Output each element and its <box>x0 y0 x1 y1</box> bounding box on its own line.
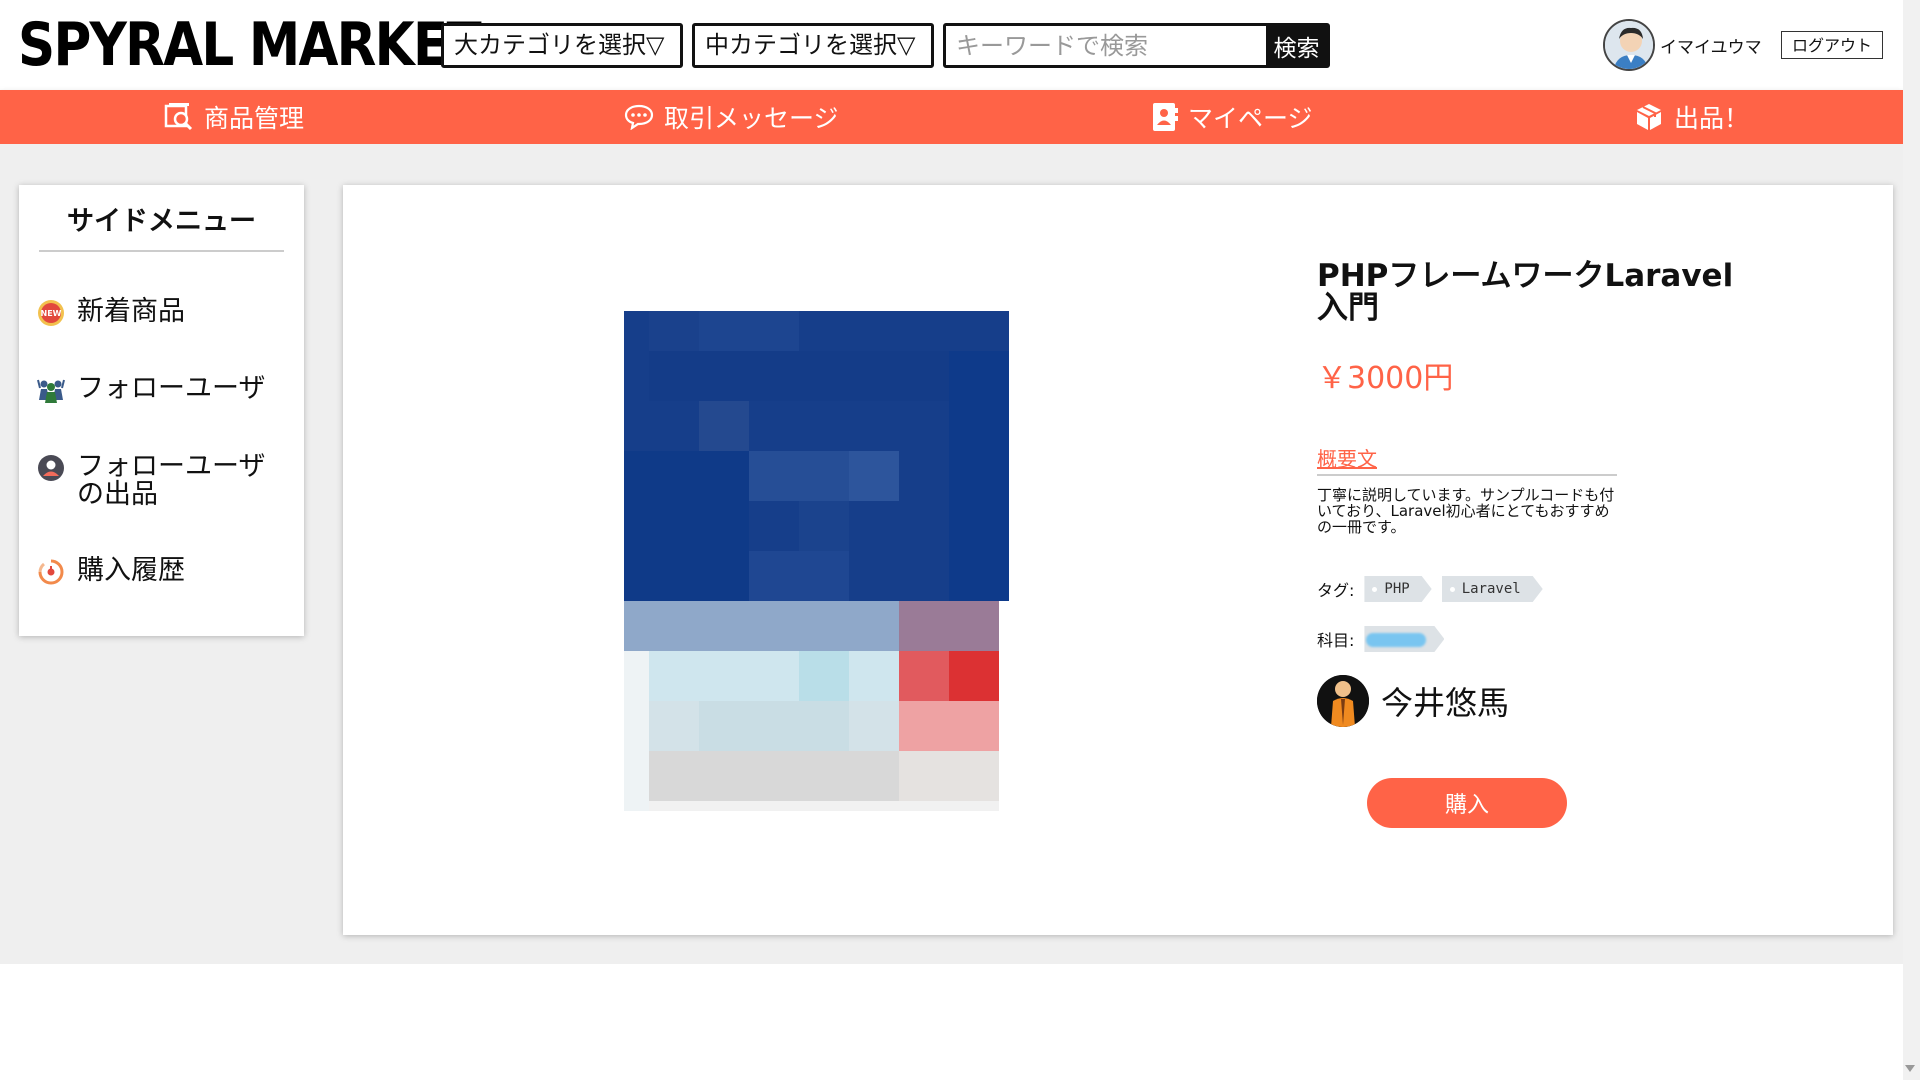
nav-mypage[interactable]: マイページ <box>1152 90 1313 144</box>
sidebar-item-label: フォローユーザ <box>77 373 266 404</box>
sidebar-item-label: 購入履歴 <box>77 555 185 586</box>
chat-bubble-icon <box>624 104 654 130</box>
product-price: ￥3000円 <box>1317 361 1454 396</box>
tags-label: タグ: <box>1317 581 1355 600</box>
nav-label: 取引メッセージ <box>664 104 839 133</box>
nav-messages[interactable]: 取引メッセージ <box>624 90 839 144</box>
large-category-select[interactable]: 大カテゴリを選択▽ <box>441 23 683 68</box>
side-menu: サイドメニュー NEW 新着商品 フォローユーザ フォローユーザの出品 購入履歴 <box>19 185 304 636</box>
user-circle-icon <box>38 455 64 481</box>
description-heading: 概要文 <box>1317 443 1617 476</box>
subject-label: 科目: <box>1317 631 1355 650</box>
sidebar-item-purchase-history[interactable]: 購入履歴 <box>37 557 272 586</box>
profile-card-icon <box>1153 103 1178 131</box>
header: SPYRAL MARKET 大カテゴリを選択▽ 中カテゴリを選択▽ 検索 イマイ… <box>0 0 1903 90</box>
site-logo[interactable]: SPYRAL MARKET <box>18 10 482 80</box>
nav-product-management[interactable]: 商品管理 <box>164 90 304 144</box>
seller-name: 今井悠馬 <box>1381 684 1510 722</box>
product-image[interactable] <box>624 311 1009 811</box>
subject-chip[interactable] <box>1364 626 1444 652</box>
user-avatar[interactable] <box>1603 19 1655 71</box>
side-menu-title: サイドメニュー <box>39 199 284 252</box>
tag-chip[interactable]: PHP <box>1364 576 1431 602</box>
nav-sell[interactable]: 出品！ <box>1634 90 1749 144</box>
product-search-icon <box>164 103 193 131</box>
nav-label: 商品管理 <box>204 104 305 133</box>
scroll-down-arrow-icon[interactable] <box>1905 1065 1915 1072</box>
sidebar-item-follow-user-listings[interactable]: フォローユーザの出品 <box>37 453 272 509</box>
username: イマイユウマ <box>1660 38 1762 58</box>
sidebar-item-follow-users[interactable]: フォローユーザ <box>37 375 272 404</box>
box-icon <box>1637 104 1661 130</box>
history-icon <box>38 559 64 585</box>
nav-label: 出品！ <box>1674 104 1750 133</box>
svg-text:NEW: NEW <box>41 309 62 318</box>
product-detail-panel: PHPフレームワークLaravel入門 ￥3000円 概要文 丁寧に説明していま… <box>343 185 1893 935</box>
seller-info[interactable]: 今井悠馬 <box>1317 675 1509 727</box>
search-button[interactable]: 検索 <box>1266 26 1327 65</box>
buy-button[interactable]: 購入 <box>1367 778 1567 828</box>
product-description: 丁寧に説明しています。サンプルコードも付いており、Laravel初心者にとてもお… <box>1317 486 1615 536</box>
product-title: PHPフレームワークLaravel入門 <box>1317 258 1734 326</box>
logout-button[interactable]: ログアウト <box>1781 31 1883 59</box>
sidebar-item-new-products[interactable]: NEW 新着商品 <box>37 298 272 327</box>
nav-label: マイページ <box>1188 104 1313 133</box>
search-bar: 検索 <box>943 23 1330 68</box>
scrollbar[interactable] <box>1903 0 1920 1080</box>
main-nav: 商品管理 取引メッセージ マイページ 出品！ <box>0 90 1903 144</box>
sidebar-item-label: フォローユーザの出品 <box>77 451 266 510</box>
subject-row: 科目: <box>1317 626 1444 652</box>
tag-chip[interactable]: Laravel <box>1442 576 1543 602</box>
seller-avatar <box>1317 675 1369 727</box>
group-users-icon <box>37 379 65 403</box>
tag-row: タグ: PHP Laravel <box>1317 576 1543 602</box>
new-badge-icon: NEW <box>38 300 64 326</box>
sidebar-item-label: 新着商品 <box>77 296 185 327</box>
mid-category-select[interactable]: 中カテゴリを選択▽ <box>692 23 934 68</box>
search-input[interactable] <box>946 26 1266 65</box>
